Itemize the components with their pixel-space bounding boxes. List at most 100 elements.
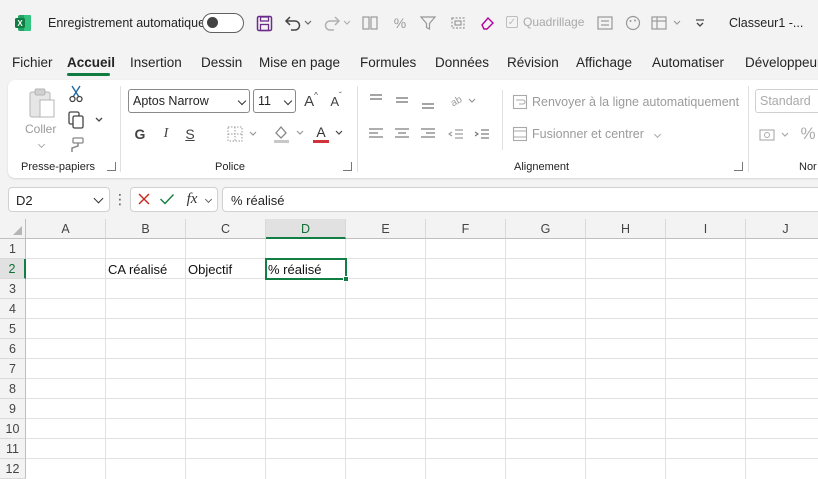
align-bottom-icon[interactable]	[419, 95, 437, 111]
column-header-a[interactable]: A	[26, 219, 106, 239]
row-header-8[interactable]: 8	[0, 379, 26, 399]
column-header-d[interactable]: D	[266, 219, 346, 239]
insert-function-icon[interactable]: fx	[182, 189, 202, 209]
merge-center-icon[interactable]	[512, 126, 528, 142]
column-header-e[interactable]: E	[346, 219, 426, 239]
tab-automatiser[interactable]: Automatiser	[652, 55, 724, 70]
gridlines-checkbox[interactable]: ✓ Quadrillage	[506, 15, 584, 29]
paste-dropdown-icon[interactable]	[36, 139, 46, 149]
tab-formules[interactable]: Formules	[360, 55, 416, 70]
form-icon[interactable]	[595, 11, 615, 35]
formula-input[interactable]: % réalisé	[222, 187, 818, 212]
compare-icon[interactable]	[360, 11, 380, 35]
orientation-icon[interactable]: ab	[447, 92, 479, 110]
underline-button[interactable]: S	[182, 124, 198, 144]
column-header-f[interactable]: F	[426, 219, 506, 239]
align-middle-icon[interactable]	[393, 92, 411, 108]
align-right-icon[interactable]	[419, 126, 437, 142]
column-header-b[interactable]: B	[106, 219, 186, 239]
row-header-2[interactable]: 2	[0, 259, 26, 279]
name-box[interactable]: D2	[8, 187, 110, 212]
column-header-j[interactable]: J	[746, 219, 818, 239]
gridline	[26, 258, 818, 259]
table-style-icon[interactable]	[650, 11, 686, 35]
select-icon[interactable]	[448, 11, 468, 35]
font-name-dropdown[interactable]: Aptos Narrow	[128, 89, 250, 113]
decrease-font-icon[interactable]: Aˇ	[325, 90, 347, 112]
decrease-indent-icon[interactable]	[447, 126, 465, 142]
copy-icon[interactable]	[66, 110, 106, 130]
check-icon: ✓	[506, 16, 518, 28]
row-header-6[interactable]: 6	[0, 339, 26, 359]
accounting-format-icon[interactable]	[758, 126, 794, 144]
autosave-toggle[interactable]	[202, 13, 244, 33]
format-painter-icon[interactable]	[66, 136, 86, 154]
tab-revision[interactable]: Révision	[507, 55, 559, 70]
borders-icon[interactable]	[227, 124, 263, 144]
chevron-down-icon[interactable]	[202, 193, 214, 205]
font-launcher-icon[interactable]	[343, 162, 352, 171]
row-header-4[interactable]: 4	[0, 299, 26, 319]
font-color-icon[interactable]: A	[311, 123, 347, 145]
toggle-knob	[207, 17, 218, 28]
cancel-icon[interactable]	[136, 191, 152, 207]
tab-accueil[interactable]: Accueil	[67, 55, 115, 70]
name-box-value: D2	[16, 193, 33, 208]
column-header-h[interactable]: H	[586, 219, 666, 239]
paste-label[interactable]: Coller	[25, 122, 56, 136]
wrap-text-label[interactable]: Renvoyer à la ligne automatiquement	[532, 95, 739, 109]
save-icon[interactable]	[254, 11, 274, 35]
gridline	[26, 398, 818, 399]
font-size-dropdown[interactable]: 11	[253, 89, 296, 113]
more-options-icon[interactable]: ⋮	[113, 191, 127, 207]
increase-indent-icon[interactable]	[473, 126, 491, 142]
filter-icon[interactable]	[418, 11, 438, 35]
increase-font-icon[interactable]: A ^	[300, 90, 322, 112]
select-all-button[interactable]	[0, 219, 26, 239]
tab-fichier[interactable]: Fichier	[12, 55, 53, 70]
tab-mise-en-page[interactable]: Mise en page	[259, 55, 340, 70]
column-header-i[interactable]: I	[666, 219, 746, 239]
wrap-text-icon[interactable]	[512, 94, 528, 110]
align-left-icon[interactable]	[367, 126, 385, 142]
palette-icon[interactable]	[623, 11, 643, 35]
tab-affichage[interactable]: Affichage	[576, 55, 632, 70]
customize-toolbar-icon[interactable]	[690, 11, 710, 35]
row-header-10[interactable]: 10	[0, 419, 26, 439]
paste-icon[interactable]	[25, 86, 59, 120]
merge-dropdown-icon[interactable]	[651, 129, 663, 139]
chevron-down-icon	[283, 96, 293, 106]
enter-icon[interactable]	[158, 191, 176, 207]
number-format-dropdown[interactable]: Standard	[755, 89, 818, 113]
tab-donnees[interactable]: Données	[435, 55, 489, 70]
percent-button[interactable]: %	[799, 124, 817, 144]
redo-icon[interactable]	[322, 11, 352, 35]
tab-developpeur[interactable]: Développeur	[745, 55, 818, 70]
italic-button[interactable]: I	[158, 124, 174, 144]
row-header-9[interactable]: 9	[0, 399, 26, 419]
row-header-3[interactable]: 3	[0, 279, 26, 299]
align-top-icon[interactable]	[367, 92, 385, 108]
tab-dessin[interactable]: Dessin	[201, 55, 242, 70]
undo-icon[interactable]	[283, 11, 313, 35]
cut-icon[interactable]	[67, 84, 85, 104]
clipboard-launcher-icon[interactable]	[107, 162, 116, 171]
column-header-g[interactable]: G	[506, 219, 586, 239]
cell-b2[interactable]: CA réalisé	[108, 262, 167, 277]
fill-color-icon[interactable]	[272, 123, 308, 145]
row-header-12[interactable]: 12	[0, 459, 26, 479]
bold-button[interactable]: G	[132, 124, 148, 144]
percent-style-icon[interactable]: %	[390, 11, 410, 35]
tab-insertion[interactable]: Insertion	[130, 55, 182, 70]
alignment-launcher-icon[interactable]	[734, 162, 743, 171]
fill-handle[interactable]	[343, 276, 349, 282]
align-center-icon[interactable]	[393, 126, 411, 142]
row-header-11[interactable]: 11	[0, 439, 26, 459]
merge-center-label[interactable]: Fusionner et centrer	[532, 127, 644, 141]
row-header-7[interactable]: 7	[0, 359, 26, 379]
column-header-c[interactable]: C	[186, 219, 266, 239]
row-header-5[interactable]: 5	[0, 319, 26, 339]
row-header-1[interactable]: 1	[0, 239, 26, 259]
eraser-icon[interactable]	[477, 11, 497, 35]
cell-c2[interactable]: Objectif	[188, 262, 232, 277]
